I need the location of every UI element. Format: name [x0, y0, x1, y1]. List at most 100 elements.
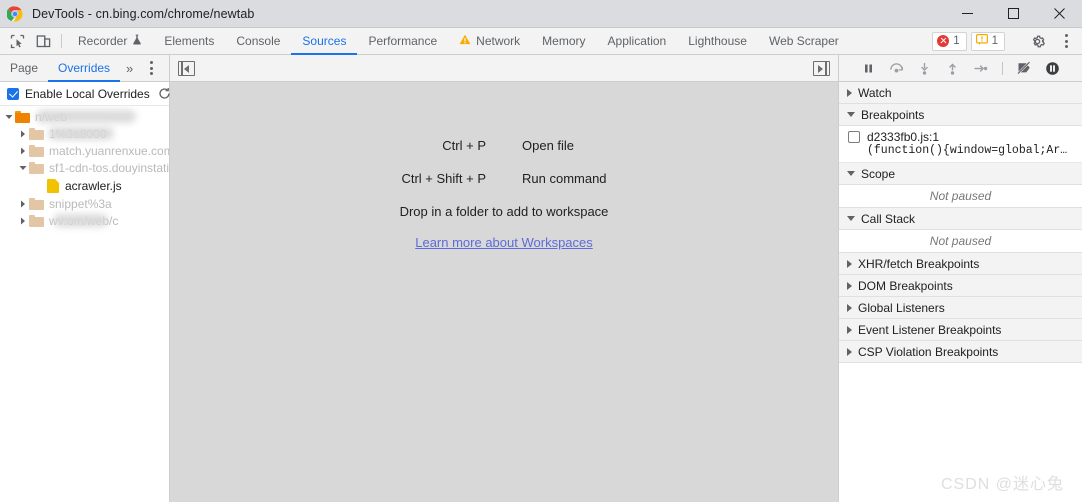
overrides-file-tree[interactable]: n/web 1%3a8000 match.yuanren — [0, 106, 169, 502]
chevron-down-icon — [847, 112, 855, 117]
javascript-file-icon — [47, 178, 59, 193]
tab-recorder[interactable]: Recorder — [67, 28, 153, 54]
nav-tab-page-label: Page — [10, 61, 39, 75]
tab-web-scraper-label: Web Scraper — [768, 34, 839, 48]
tree-row-match-yuanrenxue[interactable]: match.yuanrenxue.com/ — [0, 142, 169, 159]
tree-row-sf1-cdn-tos-label: sf1-cdn-tos.douyinstatic — [49, 160, 169, 175]
twisty-open-icon[interactable] — [2, 113, 15, 121]
redaction-blur — [48, 127, 114, 140]
pause-icon[interactable] — [860, 60, 877, 77]
nav-more-tabs-button[interactable]: » — [120, 55, 139, 81]
section-scope[interactable]: Scope — [839, 163, 1082, 185]
debugger-divider — [1002, 61, 1003, 75]
section-scope-label: Scope — [861, 166, 896, 181]
nav-tab-overrides[interactable]: Overrides — [48, 55, 121, 82]
step-out-icon[interactable] — [944, 60, 961, 77]
clear-configuration-icon[interactable] — [158, 87, 171, 100]
step-into-icon[interactable] — [916, 60, 933, 77]
nav-tab-page[interactable]: Page — [0, 55, 48, 81]
tree-row-root[interactable]: n/web — [0, 108, 169, 125]
enable-local-overrides-checkbox[interactable] — [7, 87, 19, 100]
close-button[interactable] — [1036, 0, 1082, 28]
tree-row-snippet[interactable]: snippet%3a — [0, 195, 169, 212]
inspect-element-icon[interactable] — [4, 28, 30, 54]
step-over-icon[interactable] — [888, 60, 905, 77]
tree-row-acrawler-js[interactable]: acrawler.js — [0, 176, 169, 195]
collapse-right-panel-icon[interactable] — [813, 60, 830, 76]
learn-more-workspaces-link[interactable]: Learn more about Workspaces — [415, 235, 593, 250]
section-breakpoints[interactable]: Breakpoints — [839, 104, 1082, 126]
section-csp-violation-breakpoints[interactable]: CSP Violation Breakpoints — [839, 341, 1082, 363]
warning-icon — [975, 34, 988, 48]
tab-memory-label: Memory — [542, 34, 586, 48]
tree-row-sf1-cdn-tos[interactable]: sf1-cdn-tos.douyinstatic — [0, 159, 169, 176]
tree-row-wv[interactable]: wv :om/web/c — [0, 212, 169, 229]
folder-icon — [29, 214, 44, 227]
section-global-listeners[interactable]: Global Listeners — [839, 297, 1082, 319]
error-count-badge[interactable]: 1 — [932, 31, 967, 51]
kebab-menu-icon[interactable] — [1054, 34, 1078, 48]
section-xhr-fetch-breakpoints-label: XHR/fetch Breakpoints — [858, 256, 980, 271]
device-toolbar-icon[interactable] — [30, 28, 56, 54]
section-breakpoints-label: Breakpoints — [861, 107, 925, 122]
collapse-left-panel-icon[interactable] — [178, 60, 195, 76]
deactivate-breakpoints-icon[interactable] — [1016, 60, 1033, 77]
tab-performance-label: Performance — [368, 34, 438, 48]
navigator-kebab-menu-icon[interactable] — [141, 55, 161, 81]
folder-icon — [29, 161, 44, 174]
breakpoint-item[interactable]: d2333fb0.js:1 (function(){window=global;… — [839, 126, 1082, 163]
twisty-open-icon[interactable] — [16, 164, 29, 172]
tab-application[interactable]: Application — [597, 28, 678, 54]
tab-sources-label: Sources — [302, 34, 347, 48]
experiment-flask-icon — [132, 34, 142, 48]
twisty-closed-icon[interactable] — [16, 147, 29, 155]
tab-performance[interactable]: Performance — [357, 28, 448, 54]
chevron-down-icon — [847, 171, 855, 176]
tab-lighthouse[interactable]: Lighthouse — [677, 28, 758, 54]
warning-triangle-icon — [459, 34, 471, 48]
breakpoint-location: d2333fb0.js:1 — [867, 130, 940, 144]
shortcut-hint-grid: Ctrl + P Open file Ctrl + Shift + P Run … — [401, 138, 606, 186]
editor-empty-state: Ctrl + P Open file Ctrl + Shift + P Run … — [170, 82, 838, 502]
folder-icon — [29, 127, 44, 140]
twisty-closed-icon[interactable] — [16, 200, 29, 208]
tab-elements[interactable]: Elements — [153, 28, 225, 54]
tab-console-label: Console — [236, 34, 281, 48]
warning-count-badge[interactable]: 1 — [970, 31, 1005, 51]
chevron-right-icon — [847, 303, 852, 312]
section-watch[interactable]: Watch — [839, 82, 1082, 104]
tab-network[interactable]: Network — [448, 28, 531, 54]
tab-network-label: Network — [476, 34, 521, 48]
gear-icon[interactable] — [1024, 34, 1050, 49]
pause-on-exceptions-icon[interactable] — [1044, 60, 1061, 77]
minimize-button[interactable] — [944, 0, 990, 28]
breakpoint-code-snippet: (function(){window=global;Arr… — [867, 144, 1072, 157]
shortcut-key-open-file: Ctrl + P — [442, 138, 486, 153]
debugger-controls — [839, 55, 1082, 82]
section-dom-breakpoints-label: DOM Breakpoints — [858, 278, 953, 293]
enable-local-overrides-row[interactable]: Enable Local Overrides — [0, 82, 171, 106]
folder-icon — [29, 197, 44, 210]
breakpoints-list: d2333fb0.js:1 (function(){window=global;… — [839, 126, 1082, 163]
section-xhr-fetch-breakpoints[interactable]: XHR/fetch Breakpoints — [839, 253, 1082, 275]
step-icon[interactable] — [972, 60, 989, 77]
chrome-logo-icon — [6, 5, 23, 22]
twisty-closed-icon[interactable] — [16, 217, 29, 225]
tab-console[interactable]: Console — [225, 28, 291, 54]
section-event-listener-breakpoints[interactable]: Event Listener Breakpoints — [839, 319, 1082, 341]
breakpoint-texts: d2333fb0.js:1 (function(){window=global;… — [867, 130, 1072, 157]
status-badges: 1 1 — [932, 28, 1082, 54]
navigator-tab-bar: Page Overrides » — [0, 55, 169, 82]
tab-sources[interactable]: Sources — [291, 28, 358, 55]
twisty-closed-icon[interactable] — [16, 130, 29, 138]
breakpoint-checkbox[interactable] — [848, 131, 860, 143]
tab-memory[interactable]: Memory — [531, 28, 596, 54]
maximize-button[interactable] — [990, 0, 1036, 28]
section-dom-breakpoints[interactable]: DOM Breakpoints — [839, 275, 1082, 297]
tab-application-label: Application — [607, 34, 667, 48]
tab-web-scraper[interactable]: Web Scraper — [758, 28, 850, 54]
drop-folder-hint: Drop in a folder to add to workspace — [399, 204, 609, 219]
redaction-blur — [36, 110, 136, 123]
section-call-stack[interactable]: Call Stack — [839, 208, 1082, 230]
tree-row-port[interactable]: 1%3a8000 — [0, 125, 169, 142]
